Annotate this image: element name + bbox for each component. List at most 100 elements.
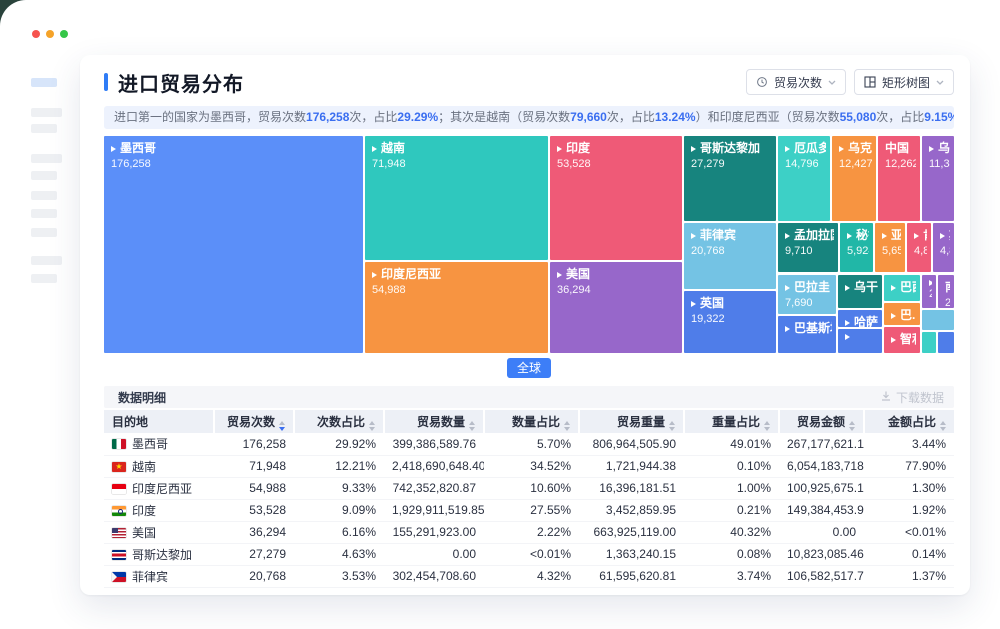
treemap-cell[interactable]: 智利: [884, 327, 920, 353]
minimize-window-button[interactable]: [46, 30, 54, 38]
treemap-cell[interactable]: [922, 310, 954, 330]
treemap-cell[interactable]: [938, 332, 954, 353]
sidebar-item[interactable]: [31, 228, 57, 237]
table-row[interactable]: 墨西哥176,25829.92%399,386,589.765.70%806,9…: [104, 433, 954, 455]
sidebar-item[interactable]: [31, 154, 62, 163]
breadcrumb-global-button[interactable]: 全球: [507, 358, 551, 378]
sidebar-item[interactable]: [31, 209, 57, 218]
treemap-cell[interactable]: 中国12,262: [878, 136, 920, 221]
value-cell: 9.09%: [294, 499, 384, 521]
value-cell: 20,768: [214, 565, 294, 587]
sort-icon[interactable]: [849, 421, 855, 431]
sort-icon[interactable]: [369, 421, 375, 431]
value-cell: 34.52%: [484, 455, 579, 477]
drilldown-arrow-icon: [372, 272, 377, 278]
value-cell: 36,294: [214, 521, 294, 543]
treemap-cell[interactable]: 印度尼西亚54,988: [365, 262, 548, 353]
treemap-grid-icon: [864, 76, 876, 88]
treemap-cell[interactable]: 乌...11,342: [922, 136, 954, 221]
download-data-button[interactable]: 下载数据: [880, 389, 944, 406]
sort-icon[interactable]: [940, 421, 946, 431]
column-header[interactable]: 贸易数量: [384, 410, 484, 433]
table-body: 墨西哥176,25829.92%399,386,589.765.70%806,9…: [104, 433, 954, 587]
metric-select[interactable]: 贸易次数: [746, 69, 846, 95]
treemap-cell[interactable]: 巴基斯坦: [778, 316, 836, 353]
column-header[interactable]: 贸易重量: [579, 410, 684, 433]
treemap-cell[interactable]: 巴...: [884, 303, 920, 325]
table-row[interactable]: 哥斯达黎加27,2794.63%0.00<0.01%1,363,240.150.…: [104, 543, 954, 565]
treemap-cell[interactable]: 南2,2: [938, 275, 954, 308]
value-cell: 54,988: [214, 477, 294, 499]
treemap-cell[interactable]: 英国19,322: [684, 291, 776, 353]
sidebar-item[interactable]: [31, 108, 62, 117]
value-cell: 9.33%: [294, 477, 384, 499]
insight-banner-text: 进口第一的国家为墨西哥，贸易次数176,258次，占比29.29%；其次是越南（…: [114, 110, 954, 124]
treemap-cell[interactable]: 亚5,650: [875, 223, 905, 272]
destination-cell: 哥斯达黎加: [104, 543, 214, 565]
value-cell: <0.01%: [864, 521, 954, 543]
value-cell: 1.92%: [864, 499, 954, 521]
treemap-cell[interactable]: 越南71,948: [365, 136, 548, 260]
value-cell: 27,279: [214, 543, 294, 565]
value-cell: 4.32%: [484, 565, 579, 587]
value-cell: 10,823,085.46: [779, 543, 864, 565]
data-detail-section: 数据明细 下载数据 目的地贸易次数次数占比贸易数量数量占比贸易重量重量占比贸易金…: [104, 386, 954, 588]
drilldown-arrow-icon: [891, 285, 896, 291]
treemap-cell[interactable]: 厄瓜多尔14,796: [778, 136, 830, 221]
flag-icon-ph: [112, 572, 126, 582]
treemap-cell[interactable]: 肯4,836: [907, 223, 931, 272]
sidebar-item[interactable]: [31, 274, 57, 283]
sort-icon[interactable]: [564, 421, 570, 431]
column-header[interactable]: 贸易金额: [779, 410, 864, 433]
destination-cell: 印度: [104, 499, 214, 521]
metric-icon: [756, 76, 768, 88]
treemap-cell[interactable]: [838, 329, 882, 353]
drilldown-arrow-icon: [785, 285, 790, 291]
chart-type-select[interactable]: 矩形树图: [854, 69, 954, 95]
column-header[interactable]: 贸易次数: [214, 410, 294, 433]
sort-icon[interactable]: [279, 421, 285, 431]
sort-icon[interactable]: [669, 421, 675, 431]
drilldown-arrow-icon: [891, 313, 896, 319]
treemap-cell[interactable]: 哥斯达黎加27,279: [684, 136, 776, 221]
treemap: 墨西哥176,258越南71,948印度尼西亚54,988印度53,528美国3…: [104, 136, 954, 353]
treemap-cell[interactable]: 秘鲁5,924: [840, 223, 873, 272]
value-cell: 806,964,505.90: [579, 433, 684, 455]
treemap-cell[interactable]: 哈萨...: [838, 310, 882, 327]
treemap-cell[interactable]: 印度53,528: [550, 136, 682, 260]
sort-icon[interactable]: [469, 421, 475, 431]
drilldown-arrow-icon: [839, 146, 844, 152]
treemap-cell[interactable]: 乌干达: [838, 275, 882, 308]
treemap-cell[interactable]: 墨西哥176,258: [104, 136, 363, 353]
drilldown-arrow-icon: [847, 233, 852, 239]
treemap-cell[interactable]: 巴拉圭7,690: [778, 275, 836, 314]
table-row[interactable]: 印度53,5289.09%1,929,911,519.8527.55%3,452…: [104, 499, 954, 521]
column-header[interactable]: 重量占比: [684, 410, 779, 433]
treemap-cell[interactable]: 乌克兰12,427: [832, 136, 876, 221]
treemap-cell[interactable]: 2,5: [922, 275, 936, 308]
table-row[interactable]: 越南71,94812.21%2,418,690,648.4034.52%1,72…: [104, 455, 954, 477]
column-header[interactable]: 数量占比: [484, 410, 579, 433]
sidebar-item[interactable]: [31, 256, 62, 265]
sidebar-item-active[interactable]: [31, 78, 57, 87]
table-row[interactable]: 印度尼西亚54,9889.33%742,352,820.8710.60%16,3…: [104, 477, 954, 499]
treemap-cell[interactable]: 斯4,804: [933, 223, 954, 272]
sidebar-item[interactable]: [31, 171, 57, 180]
column-header[interactable]: 次数占比: [294, 410, 384, 433]
treemap-cell[interactable]: [922, 332, 936, 353]
treemap-cell[interactable]: 巴西: [884, 275, 920, 301]
table-row[interactable]: 美国36,2946.16%155,291,923.002.22%663,925,…: [104, 521, 954, 543]
maximize-window-button[interactable]: [60, 30, 68, 38]
treemap-cell[interactable]: 美国36,294: [550, 262, 682, 353]
sidebar-item[interactable]: [31, 191, 57, 200]
close-window-button[interactable]: [32, 30, 40, 38]
treemap-cell[interactable]: 孟加拉国9,710: [778, 223, 838, 272]
table-row[interactable]: 菲律宾20,7683.53%302,454,708.604.32%61,595,…: [104, 565, 954, 587]
treemap-cell[interactable]: 菲律宾20,768: [684, 223, 776, 289]
sidebar-skeleton: [0, 60, 80, 620]
sidebar-item[interactable]: [31, 124, 57, 133]
value-cell: 1.37%: [864, 565, 954, 587]
column-header[interactable]: 金额占比: [864, 410, 954, 433]
value-cell: 53,528: [214, 499, 294, 521]
sort-icon[interactable]: [764, 421, 770, 431]
